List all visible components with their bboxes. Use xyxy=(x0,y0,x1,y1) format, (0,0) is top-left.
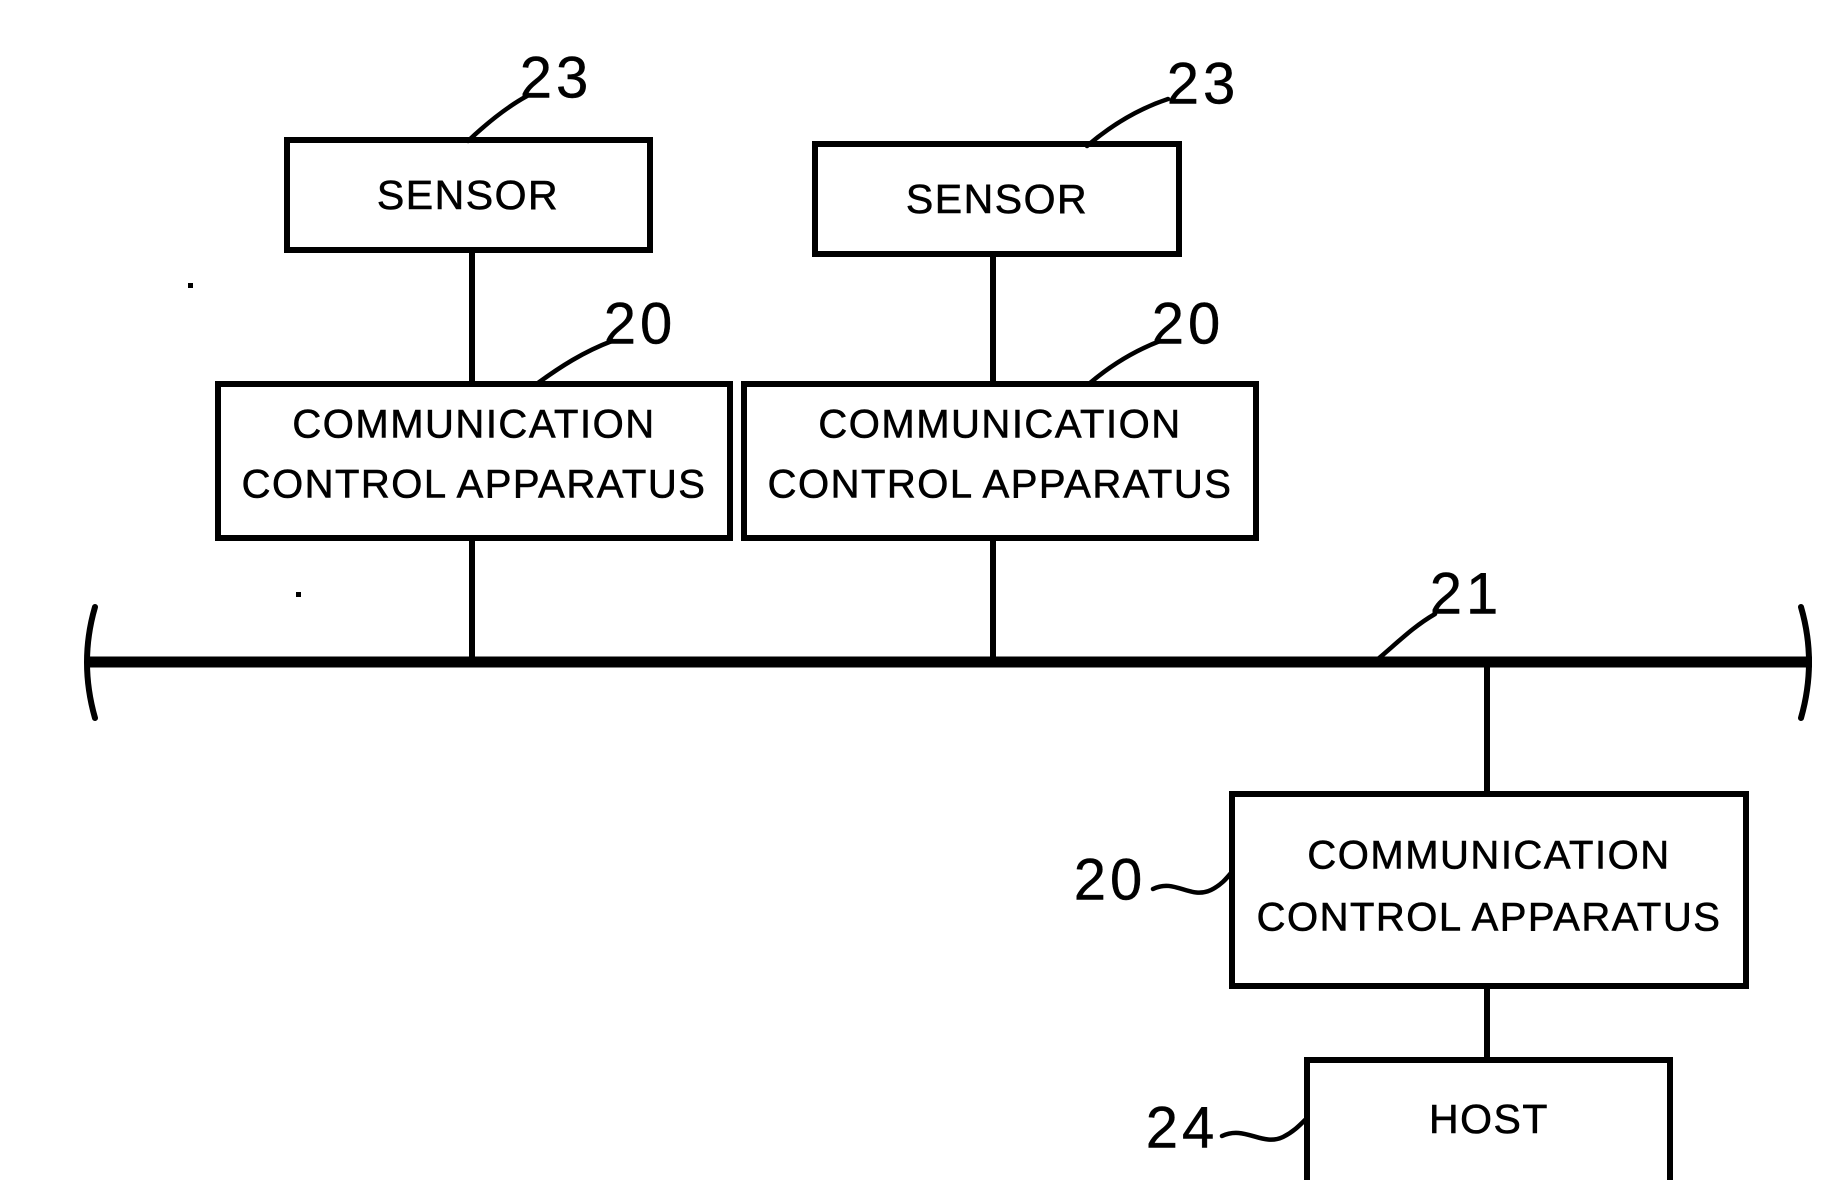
comm-right-box[interactable] xyxy=(1229,791,1749,989)
host-label: HOST xyxy=(1429,1096,1549,1142)
leader-line-sensor-left-23 xyxy=(465,93,530,144)
ref-numeral-20-left: 20 xyxy=(604,291,677,356)
ref-numeral-24-host: 24 xyxy=(1146,1095,1219,1160)
ref-numeral-20-middle: 20 xyxy=(1152,291,1225,356)
node-comm-control-left[interactable]: COMMUNICATION CONTROL APPARATUS xyxy=(215,381,733,541)
node-comm-control-middle[interactable]: COMMUNICATION CONTROL APPARATUS xyxy=(741,381,1259,541)
comm-left-label-line1: COMMUNICATION xyxy=(292,403,655,447)
comm-middle-label-line2: CONTROL APPARATUS xyxy=(768,463,1233,507)
comm-right-label-line2: CONTROL APPARATUS xyxy=(1257,896,1722,940)
node-sensor-left[interactable]: SENSOR xyxy=(284,137,653,253)
node-host[interactable]: HOST xyxy=(1304,1057,1673,1180)
comm-right-label-line1: COMMUNICATION xyxy=(1307,834,1670,878)
scan-speck xyxy=(296,592,301,597)
leader-line-comm-middle-20 xyxy=(1087,338,1163,386)
leader-line-bus-21 xyxy=(1375,611,1438,662)
leader-line-sensor-right-23 xyxy=(1084,96,1171,149)
leader-line-comm-right-20 xyxy=(1150,870,1234,895)
sensor-right-label: SENSOR xyxy=(906,176,1088,222)
patent-figure-canvas: SENSOR SENSOR COMMUNICATION CONTROL APPA… xyxy=(0,0,1824,1180)
node-comm-control-right[interactable]: COMMUNICATION CONTROL APPARATUS xyxy=(1229,791,1749,989)
ref-numeral-21-bus: 21 xyxy=(1430,561,1503,626)
sensor-left-label: SENSOR xyxy=(377,172,559,218)
ref-numeral-23-right: 23 xyxy=(1167,51,1240,116)
figure-svg: SENSOR SENSOR COMMUNICATION CONTROL APPA… xyxy=(84,45,1812,1180)
bus-group xyxy=(84,604,1812,721)
leader-line-comm-left-20 xyxy=(535,338,615,386)
comm-middle-label-line1: COMMUNICATION xyxy=(818,403,1181,447)
scan-speck xyxy=(188,283,193,288)
comm-left-label-line2: CONTROL APPARATUS xyxy=(242,463,707,507)
ref-numeral-23-left: 23 xyxy=(520,45,593,110)
ref-numeral-20-right: 20 xyxy=(1074,847,1147,912)
node-sensor-right[interactable]: SENSOR xyxy=(812,141,1182,257)
leader-line-host-24 xyxy=(1219,1117,1308,1142)
